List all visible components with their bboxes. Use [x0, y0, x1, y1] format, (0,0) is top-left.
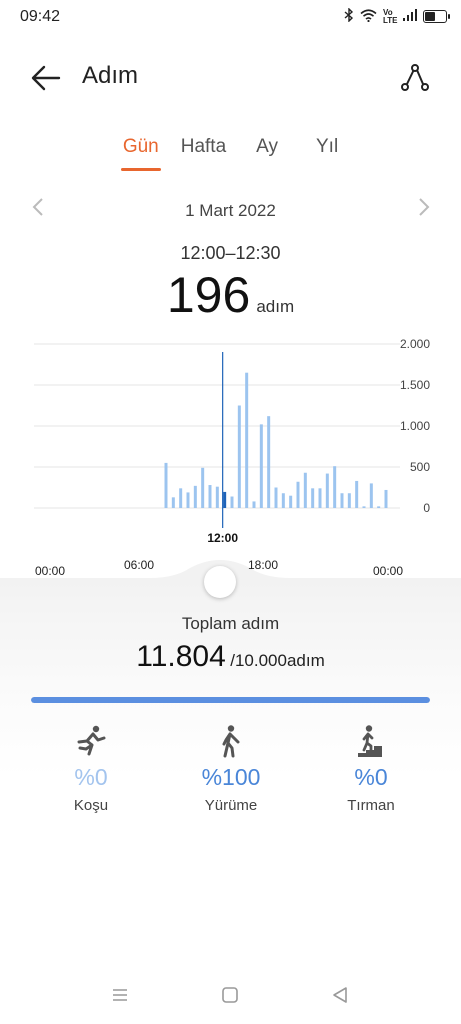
y-tick-label: 2.000 [400, 337, 430, 351]
x-tick-label: 00:00 [373, 564, 404, 578]
step-bar[interactable] [355, 480, 359, 508]
y-tick-label: 1.000 [400, 419, 430, 433]
period-tabs: Gün Hafta Ay Yıl [0, 136, 461, 171]
x-tick-label: 00:00 [35, 564, 66, 578]
tab-week[interactable]: Hafta [169, 136, 238, 158]
step-bar[interactable] [179, 488, 183, 508]
step-bar[interactable] [208, 485, 212, 508]
step-bar[interactable] [303, 472, 307, 508]
x-tick-label: 06:00 [124, 558, 155, 572]
selected-bar[interactable] [223, 491, 227, 508]
system-nav-bar [0, 980, 461, 1012]
signal-icon [403, 9, 417, 24]
y-tick-label: 0 [423, 501, 430, 515]
step-bar[interactable] [252, 501, 256, 508]
walking-label: Yürüme [204, 797, 258, 814]
step-bar[interactable] [296, 481, 300, 508]
date-label: 1 Mart 2022 [185, 201, 276, 220]
next-day-button[interactable] [412, 196, 436, 224]
selected-steps: 196 adım [0, 266, 461, 324]
chart-drag-handle[interactable] [204, 566, 236, 598]
volte-label: Vo LTE [383, 7, 398, 25]
total-steps-value: 11.804 [136, 640, 226, 673]
bluetooth-icon [344, 7, 354, 25]
step-bar[interactable] [333, 466, 337, 508]
x-tick-label: 18:00 [248, 558, 279, 572]
step-bar[interactable] [171, 497, 175, 508]
step-bar[interactable] [230, 496, 234, 508]
step-bar[interactable] [289, 495, 293, 508]
activity-walking: %100 Yürüme [161, 722, 301, 814]
step-bar[interactable] [325, 473, 329, 508]
climbing-percent: %0 [354, 764, 388, 790]
selected-steps-unit: adım [256, 297, 295, 316]
step-bar[interactable] [245, 372, 249, 508]
running-percent: %0 [74, 764, 108, 790]
route-icon [401, 64, 429, 91]
tab-month[interactable]: Ay [244, 136, 290, 158]
activity-climbing: %0 Tırman [301, 722, 441, 814]
step-bar[interactable] [274, 487, 278, 509]
step-bar[interactable] [237, 405, 241, 509]
selected-steps-value: 196 [166, 267, 251, 323]
route-button[interactable] [397, 60, 433, 96]
step-bar[interactable] [347, 493, 351, 508]
step-bar[interactable] [215, 486, 219, 508]
goal-progress-bar [31, 697, 430, 703]
chevron-right-icon [419, 198, 430, 216]
y-tick-label: 500 [410, 460, 430, 474]
step-bar[interactable] [193, 485, 197, 508]
step-bar[interactable] [311, 488, 315, 508]
step-bar[interactable] [164, 462, 168, 508]
step-bar[interactable] [369, 483, 373, 508]
activity-running: %0 Koşu [21, 722, 161, 814]
walking-icon [222, 725, 240, 758]
battery-icon [423, 10, 450, 23]
step-bar[interactable] [201, 467, 205, 508]
wifi-icon [360, 8, 377, 25]
step-bar[interactable] [377, 506, 381, 508]
status-icons: Vo LTE [344, 7, 450, 25]
tab-year[interactable]: Yıl [304, 136, 350, 158]
steps-bar-chart[interactable]: 2.000 1.500 1.000 500 0 12:00 [0, 320, 461, 550]
chart-cursor-label: 12:00 [207, 531, 238, 545]
y-tick-label: 1.500 [400, 378, 430, 392]
walking-percent: %100 [201, 764, 261, 790]
tab-day[interactable]: Gün [111, 136, 171, 171]
step-goal: /10.000adım [230, 651, 325, 670]
menu-icon[interactable] [110, 986, 130, 1004]
step-bar[interactable] [340, 493, 344, 508]
total-steps-label: Toplam adım [181, 614, 280, 633]
step-bar[interactable] [259, 424, 263, 508]
arrow-left-icon [31, 65, 61, 91]
step-bar[interactable] [384, 489, 388, 508]
page-title: Adım [82, 62, 139, 89]
step-bar[interactable] [318, 488, 322, 508]
step-bar[interactable] [186, 492, 190, 508]
back-triangle-icon[interactable] [330, 985, 350, 1005]
status-time: 09:42 [20, 8, 61, 25]
step-bar[interactable] [362, 506, 366, 508]
home-icon[interactable] [220, 985, 240, 1005]
running-label: Koşu [73, 797, 109, 814]
back-button[interactable] [28, 60, 64, 96]
running-icon [77, 725, 106, 756]
selected-time-range: 12:00–12:30 [180, 243, 281, 263]
step-bar[interactable] [281, 493, 285, 508]
total-steps: 11.804 /10.000adım [0, 640, 461, 674]
climbing-label: Tırman [347, 797, 395, 814]
step-bar[interactable] [267, 416, 271, 508]
stairs-climbing-icon [358, 725, 382, 757]
